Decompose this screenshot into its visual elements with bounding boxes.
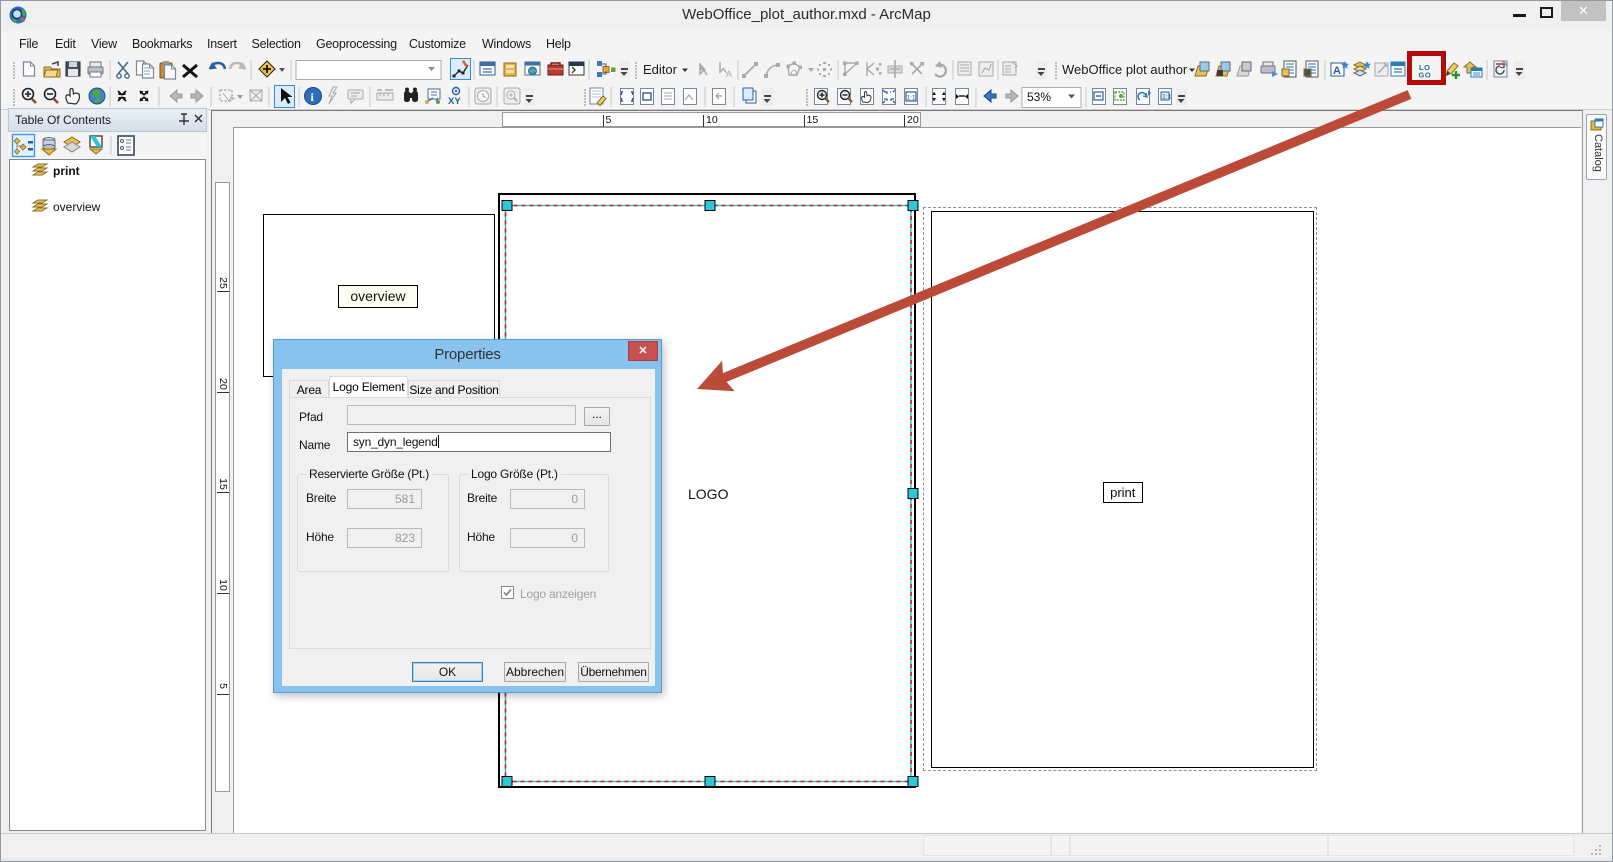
svg-text:XY: XY	[448, 96, 461, 107]
svg-text:A: A	[726, 69, 732, 79]
svg-text:1:1: 1:1	[907, 95, 916, 102]
svg-text:A: A	[1333, 65, 1341, 77]
svg-text:1:1: 1:1	[1162, 94, 1172, 101]
svg-text:Editor: Editor	[643, 62, 678, 77]
svg-text:53%: 53%	[1027, 90, 1051, 104]
svg-text:WebOffice plot author: WebOffice plot author	[1062, 62, 1188, 77]
